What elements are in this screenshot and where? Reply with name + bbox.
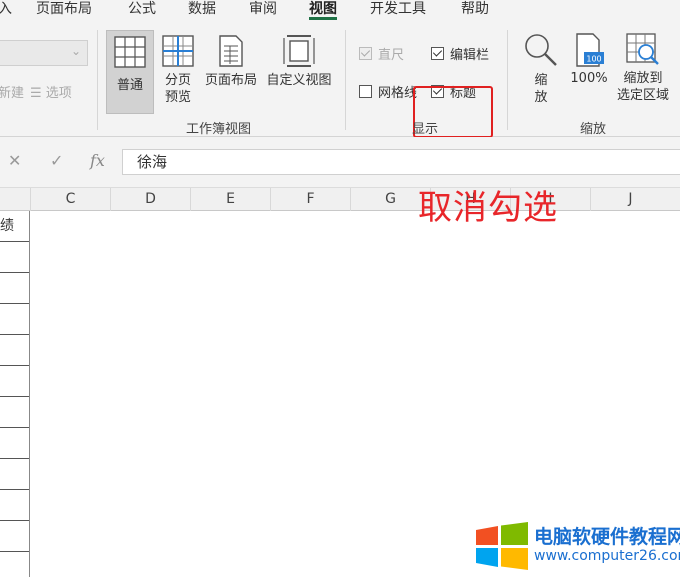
tab-formulas[interactable]: 公式 bbox=[128, 0, 156, 22]
column-header-row: C D E F G H I J bbox=[0, 187, 680, 211]
table-cell[interactable] bbox=[0, 273, 29, 304]
visible-cell-column: 绩 bbox=[0, 211, 30, 577]
column-header[interactable]: J bbox=[590, 188, 670, 211]
group-divider bbox=[507, 30, 508, 130]
formula-tools: ✕ ✓ fx bbox=[0, 149, 118, 175]
zoom-button[interactable]: 缩 放 bbox=[520, 30, 562, 114]
table-cell[interactable]: 绩 bbox=[0, 211, 29, 242]
table-cell[interactable] bbox=[0, 521, 29, 552]
watermark-url: www.computer26.com bbox=[534, 548, 680, 564]
group-divider bbox=[345, 30, 346, 130]
custom-views-icon bbox=[283, 35, 315, 67]
column-header[interactable]: D bbox=[110, 188, 190, 211]
chevron-down-icon: ⌄ bbox=[70, 44, 81, 58]
table-cell[interactable] bbox=[0, 459, 29, 490]
group-divider bbox=[97, 30, 98, 130]
normal-view-button[interactable]: 普通 bbox=[106, 30, 154, 114]
formula-bar: ✕ ✓ fx 徐海 bbox=[0, 137, 680, 187]
tab-data[interactable]: 数据 bbox=[188, 0, 216, 22]
page-layout-icon bbox=[219, 35, 243, 67]
watermark-title: 电脑软硬件教程网 bbox=[534, 526, 680, 548]
site-watermark: 电脑软硬件教程网 www.computer26.com bbox=[474, 520, 680, 570]
svg-text:100: 100 bbox=[586, 55, 601, 64]
column-header[interactable]: F bbox=[270, 188, 350, 211]
list-icon: ☰ bbox=[30, 86, 42, 101]
magnifier-icon bbox=[525, 34, 557, 66]
page-break-icon bbox=[162, 35, 194, 67]
zoom-to-selection-button[interactable]: 缩放到 选定区域 bbox=[613, 30, 673, 114]
view-options-button[interactable]: ☰ 选项 bbox=[30, 82, 72, 101]
zoom-selection-icon bbox=[626, 33, 659, 65]
tab-developer[interactable]: 开发工具 bbox=[370, 0, 426, 22]
zoom-group-label: 缩放 bbox=[580, 122, 607, 137]
page-layout-button[interactable]: 页面布局 bbox=[202, 30, 260, 114]
ruler-checkbox: 直尺 bbox=[359, 44, 404, 63]
insert-function-button[interactable]: fx bbox=[90, 151, 105, 170]
checkbox-icon bbox=[359, 47, 372, 60]
enter-icon[interactable]: ✓ bbox=[50, 151, 63, 170]
tab-view[interactable]: 视图 bbox=[309, 0, 337, 22]
column-header[interactable]: E bbox=[190, 188, 270, 211]
tab-insert[interactable]: 入 bbox=[0, 0, 12, 22]
table-cell[interactable] bbox=[0, 304, 29, 335]
table-cell[interactable] bbox=[0, 490, 29, 521]
table-cell[interactable] bbox=[0, 242, 29, 273]
tab-help[interactable]: 帮助 bbox=[461, 0, 489, 22]
cancel-icon[interactable]: ✕ bbox=[8, 151, 21, 170]
gridlines-checkbox[interactable]: 网格线 bbox=[359, 82, 421, 101]
ribbon: ⌄ 新建 ☰ 选项 普通 分页 预览 页面布局 自定义视图 工作簿视图 直尺 编… bbox=[0, 22, 680, 138]
workbook-views-group-label: 工作簿视图 bbox=[186, 122, 252, 137]
zoom-100-icon: 100 bbox=[576, 33, 604, 67]
tab-review[interactable]: 审阅 bbox=[249, 0, 277, 22]
checkbox-icon bbox=[359, 85, 372, 98]
page-break-preview-button[interactable]: 分页 预览 bbox=[158, 30, 198, 114]
show-group-label: 显示 bbox=[412, 122, 439, 137]
table-cell[interactable] bbox=[0, 335, 29, 366]
custom-views-button[interactable]: 自定义视图 bbox=[263, 30, 335, 114]
annotation-text: 取消勾选 bbox=[418, 188, 558, 228]
table-cell[interactable] bbox=[0, 397, 29, 428]
new-view-button[interactable]: 新建 bbox=[0, 82, 24, 101]
zoom-100-button[interactable]: 100 100% bbox=[566, 30, 612, 114]
table-cell[interactable] bbox=[0, 428, 29, 459]
column-header[interactable]: C bbox=[30, 188, 110, 211]
windows-logo-icon bbox=[476, 522, 528, 570]
formula-input[interactable]: 徐海 bbox=[122, 149, 680, 175]
tab-page-layout[interactable]: 页面布局 bbox=[36, 0, 92, 22]
formula-bar-checkbox[interactable]: 编辑栏 bbox=[431, 44, 489, 63]
ribbon-tab-bar: 入 页面布局 公式 数据 审阅 视图 开发工具 帮助 bbox=[0, 0, 680, 22]
view-dropdown[interactable]: ⌄ bbox=[0, 40, 88, 66]
normal-view-icon bbox=[114, 36, 146, 68]
checkbox-icon bbox=[431, 47, 444, 60]
table-cell[interactable] bbox=[0, 366, 29, 397]
